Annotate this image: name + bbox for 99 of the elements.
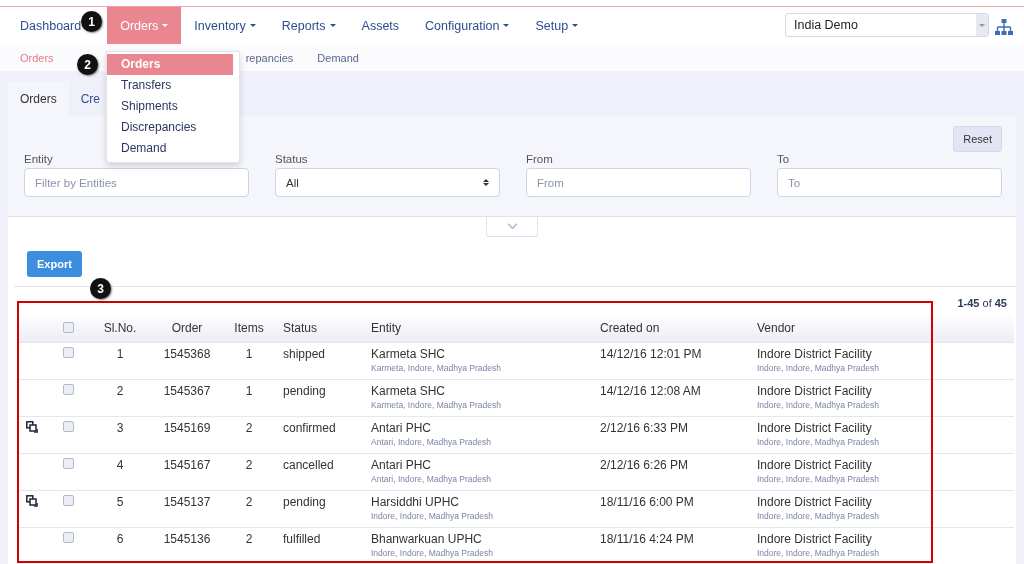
menu-item[interactable]: Shipments <box>107 96 233 117</box>
sort-arrows-icon <box>483 179 489 186</box>
reset-button[interactable]: Reset <box>953 126 1002 152</box>
table-cell-text: 2 <box>244 494 254 509</box>
checkbox[interactable] <box>63 495 74 506</box>
domain-select[interactable]: India Demo <box>785 13 989 37</box>
location-text: Antari, Indore, Madhya Pradesh <box>371 437 491 447</box>
table-cell: Bhanwarkuan UPHC <box>371 532 482 546</box>
checkbox[interactable] <box>63 532 74 543</box>
table-cell-text: 1545169 <box>162 420 212 435</box>
table-cell: Antari PHC <box>371 421 432 435</box>
table-cell-text: 18/11/16 6:00 PM <box>599 494 695 509</box>
tab[interactable]: Orders <box>8 81 69 116</box>
input-field[interactable]: Filter by Entities <box>24 168 249 197</box>
location-text: Indore, Indore, Madhya Pradesh <box>757 437 879 447</box>
table-cell-text: 2 <box>244 531 254 546</box>
nav-menu-item[interactable]: Setup <box>522 7 592 44</box>
checkbox[interactable] <box>63 322 74 333</box>
location-text: Indore, Indore, Madhya Pradesh <box>757 363 879 373</box>
table-cell-text: cancelled <box>282 457 335 472</box>
table-cell-text: 2 <box>244 420 254 435</box>
location-text: Karmeta, Indore, Madhya Pradesh <box>371 400 501 410</box>
table-cell-text: 2/12/16 6:33 PM <box>599 420 690 435</box>
table-cell-text: 1545137 <box>162 494 212 509</box>
table-cell-text: 14/12/16 12:08 AM <box>599 383 702 398</box>
menu-item[interactable]: Transfers <box>107 75 233 96</box>
hierarchy-icon[interactable] <box>995 19 1013 35</box>
table-cell-text: 1545367 <box>162 383 212 398</box>
table-cell-text: 18/11/16 4:24 PM <box>599 531 695 546</box>
table-cell-text: 1 <box>244 383 254 398</box>
nav-menu-item[interactable]: Inventory <box>181 7 269 44</box>
column-header: Items <box>233 320 265 335</box>
checkbox[interactable] <box>63 458 74 469</box>
location-text: Indore, Indore, Madhya Pradesh <box>757 400 879 410</box>
table-cell-text: 4 <box>115 457 125 472</box>
sub-navigation-link[interactable]: Demand <box>317 51 359 64</box>
table-cell: Indore District Facility <box>757 532 872 546</box>
table-cell-text: 2 <box>115 383 125 398</box>
column-header: Vendor <box>756 320 797 335</box>
caret-icon <box>979 23 985 27</box>
table-cell-text: pending <box>282 494 327 509</box>
table-cell-text: confirmed <box>282 420 337 435</box>
table-cell-text: 14/12/16 12:01 PM <box>599 346 703 361</box>
menu-item[interactable]: Discrepancies <box>107 117 233 138</box>
field-label: Entity <box>24 153 54 165</box>
field-label: To <box>777 153 791 165</box>
table-cell-text: 3 <box>115 420 125 435</box>
location-text: Indore, Indore, Madhya Pradesh <box>757 548 879 558</box>
status-select[interactable]: All <box>275 168 500 197</box>
table-cell-text: 1545167 <box>162 457 212 472</box>
nav-menu-item[interactable]: Configuration <box>412 7 523 44</box>
stacked-squares-icon[interactable] <box>26 421 38 433</box>
table-cell-text: pending <box>282 383 327 398</box>
location-text: Indore, Indore, Madhya Pradesh <box>757 511 879 521</box>
table-cell-text: 2/12/16 6:26 PM <box>599 457 690 472</box>
table-cell-text: 1 <box>115 346 125 361</box>
table-cell-text: 2 <box>244 457 254 472</box>
location-text: Karmeta, Indore, Madhya Pradesh <box>371 363 501 373</box>
sub-navigation-link[interactable]: repancies <box>245 51 294 64</box>
table-cell: Indore District Facility <box>757 495 872 509</box>
stacked-squares-icon[interactable] <box>26 495 38 507</box>
checkbox[interactable] <box>63 384 74 395</box>
column-header: Status <box>282 320 319 335</box>
location-text: Indore, Indore, Madhya Pradesh <box>371 548 493 558</box>
table-cell-text: 5 <box>115 494 125 509</box>
table-cell-text: fulfilled <box>282 531 322 546</box>
column-header: Created on <box>599 320 661 335</box>
nav-menu-item[interactable]: Assets <box>348 7 413 44</box>
field-label: Status <box>275 153 309 165</box>
location-text: Antari, Indore, Madhya Pradesh <box>371 474 491 484</box>
table-cell: Karmeta SHC <box>371 347 446 361</box>
table-cell: Karmeta SHC <box>371 384 446 398</box>
input-field[interactable]: To <box>777 168 1002 197</box>
collapse-button[interactable] <box>486 217 538 237</box>
nav-menu-item[interactable]: Dashboard <box>7 7 82 44</box>
table-cell-text: 6 <box>115 531 125 546</box>
nav-menu-item[interactable]: Reports <box>268 7 349 44</box>
checkbox[interactable] <box>63 421 74 432</box>
menu-item[interactable]: Demand <box>107 138 233 159</box>
table-cell-text: shipped <box>282 346 327 361</box>
column-header: Sl.No. <box>102 320 138 335</box>
table-cell: Indore District Facility <box>757 458 872 472</box>
checkbox[interactable] <box>63 347 74 358</box>
field-label: From <box>526 153 554 165</box>
location-text: Indore, Indore, Madhya Pradesh <box>757 474 879 484</box>
table-cell-text: 1545368 <box>162 346 212 361</box>
table-cell: Indore District Facility <box>757 421 872 435</box>
chevron-down-icon <box>506 223 518 230</box>
location-text: Indore, Indore, Madhya Pradesh <box>371 511 493 521</box>
column-header: Entity <box>370 320 402 335</box>
table-cell: Antari PHC <box>371 458 432 472</box>
column-header: Order <box>170 320 204 335</box>
table-cell: Indore District Facility <box>757 384 872 398</box>
table-cell: Indore District Facility <box>757 347 872 361</box>
input-field[interactable]: From <box>526 168 751 197</box>
table-cell-text: 1 <box>244 346 254 361</box>
table-cell: Harsiddhi UPHC <box>371 495 460 509</box>
table-cell-text: 1545136 <box>162 531 212 546</box>
pagination-count: 1-45 of 45 <box>957 297 1007 311</box>
